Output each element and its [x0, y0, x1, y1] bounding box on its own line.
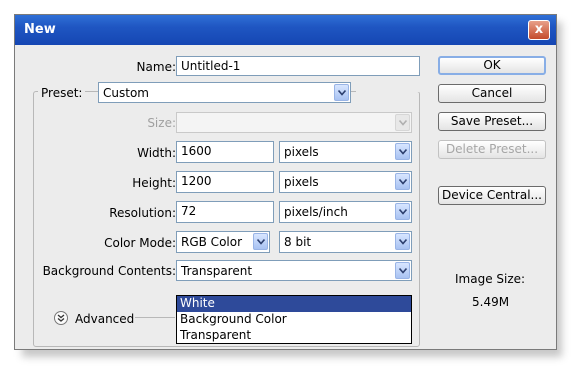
chevron-down-icon[interactable] — [395, 173, 410, 190]
height-value: 1200 — [181, 174, 212, 188]
dialog-title: New — [24, 22, 56, 37]
preset-label: Preset: — [38, 86, 86, 100]
width-unit-select[interactable]: pixels — [279, 141, 412, 163]
double-chevron-down-icon[interactable] — [54, 311, 68, 325]
image-size-value: 5.49M — [472, 295, 510, 309]
group-border-gap — [356, 91, 420, 92]
background-contents-select[interactable]: Transparent — [176, 260, 412, 281]
resolution-label: Resolution: — [109, 206, 176, 220]
preset-select[interactable]: Custom — [98, 82, 351, 103]
color-mode-select[interactable]: RGB Color — [176, 231, 270, 253]
chevron-down-icon[interactable] — [253, 233, 268, 250]
bit-depth-select[interactable]: 8 bit — [279, 231, 412, 253]
background-contents-dropdown-list: White Background Color Transparent — [176, 295, 412, 344]
height-unit-value: pixels — [284, 175, 319, 189]
background-contents-value: Transparent — [181, 264, 253, 278]
advanced-label[interactable]: Advanced — [75, 312, 134, 326]
close-button[interactable]: x — [528, 20, 550, 40]
chevron-down-icon — [395, 114, 410, 131]
size-label: Size: — [147, 116, 176, 130]
width-unit-value: pixels — [284, 145, 319, 159]
height-unit-select[interactable]: pixels — [279, 171, 412, 193]
chevron-down-icon[interactable] — [395, 233, 410, 250]
device-central-button[interactable]: Device Central... — [438, 186, 546, 205]
image-size-label: Image Size: — [455, 272, 526, 286]
name-label: Name: — [136, 60, 176, 74]
chevron-down-icon[interactable] — [395, 203, 410, 220]
width-value: 1600 — [181, 144, 212, 158]
delete-preset-button[interactable]: Delete Preset... — [438, 140, 546, 159]
save-preset-button[interactable]: Save Preset... — [438, 112, 546, 131]
width-input[interactable]: 1600 — [176, 141, 274, 163]
resolution-input[interactable]: 72 — [176, 201, 274, 223]
dropdown-option-transparent[interactable]: Transparent — [177, 328, 411, 344]
background-contents-label: Background Contents: — [42, 264, 176, 278]
size-select[interactable] — [176, 112, 412, 133]
chevron-down-icon[interactable] — [395, 262, 410, 279]
height-label: Height: — [132, 176, 176, 190]
new-document-dialog: New x Name: Untitled-1 Preset: Custom Si… — [14, 14, 557, 350]
preset-value: Custom — [103, 86, 149, 100]
title-bar[interactable]: New x — [15, 15, 556, 45]
color-mode-value: RGB Color — [181, 235, 243, 249]
color-mode-label: Color Mode: — [104, 236, 176, 250]
width-label: Width: — [137, 146, 176, 160]
dropdown-option-background-color[interactable]: Background Color — [177, 312, 411, 328]
chevron-down-icon[interactable] — [334, 84, 349, 101]
resolution-value: 72 — [181, 204, 197, 218]
advanced-divider — [135, 317, 175, 318]
bit-depth-value: 8 bit — [284, 235, 312, 249]
dialog-body: Name: Untitled-1 Preset: Custom Size: Wi… — [18, 45, 553, 347]
cancel-button[interactable]: Cancel — [438, 84, 546, 103]
ok-button[interactable]: OK — [438, 56, 546, 75]
name-input[interactable]: Untitled-1 — [176, 56, 420, 76]
resolution-unit-select[interactable]: pixels/inch — [279, 201, 412, 223]
chevron-down-icon[interactable] — [395, 143, 410, 160]
name-value: Untitled-1 — [181, 59, 241, 73]
dropdown-option-white[interactable]: White — [177, 296, 411, 312]
height-input[interactable]: 1200 — [176, 171, 274, 193]
resolution-unit-value: pixels/inch — [284, 205, 348, 219]
close-icon: x — [534, 22, 544, 37]
